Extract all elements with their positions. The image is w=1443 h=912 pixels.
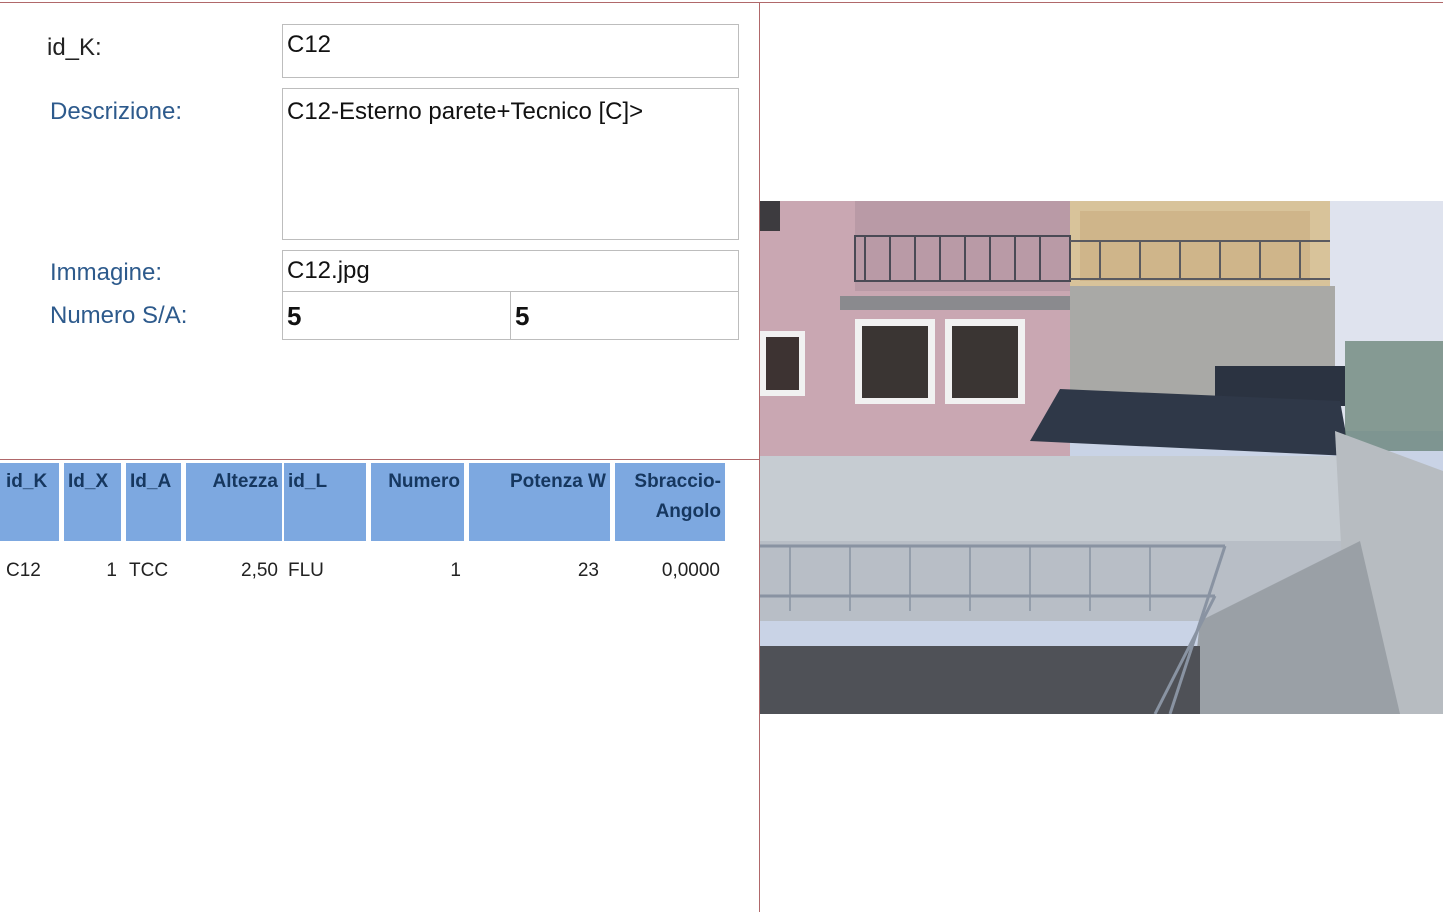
table-cell-sbraccio-angolo: 0,0000: [661, 560, 720, 581]
id-k-field[interactable]: C12: [282, 24, 739, 78]
col-header-id-l: id_L: [284, 463, 366, 541]
immagine-label: Immagine:: [50, 259, 163, 286]
col-header-id-x: Id_X: [64, 463, 121, 541]
numero-s-field[interactable]: 5: [282, 291, 511, 340]
numero-sa-label: Numero S/A:: [50, 302, 188, 329]
descrizione-label: Descrizione:: [50, 98, 183, 125]
building-photo: [760, 201, 1443, 714]
immagine-field[interactable]: C12.jpg: [282, 250, 739, 292]
col-header-potenza-w: Potenza W: [469, 463, 610, 541]
col-header-id-k: id_K: [0, 463, 59, 541]
col-header-sbraccio-angolo: Sbraccio- Angolo: [615, 463, 725, 541]
table-cell-id-l: FLU: [288, 560, 324, 581]
col-header-numero: Numero: [371, 463, 464, 541]
table-cell-id-x: 1: [106, 560, 117, 581]
col-header-id-a: Id_A: [126, 463, 181, 541]
table-cell-id-k: C12: [6, 560, 41, 581]
table-cell-potenza-w: 23: [577, 560, 599, 581]
top-border: [0, 2, 1443, 3]
table-cell-numero: 1: [450, 560, 461, 581]
col-header-altezza: Altezza: [186, 463, 282, 541]
numero-a-field[interactable]: 5: [510, 291, 739, 340]
table-cell-altezza: 2,50: [241, 560, 278, 581]
table-cell-id-a: TCC: [129, 560, 169, 581]
descrizione-field[interactable]: C12-Esterno parete+Tecnico [C]>: [282, 88, 739, 240]
id-k-label: id_K:: [47, 34, 102, 61]
section-divider: [0, 459, 760, 460]
